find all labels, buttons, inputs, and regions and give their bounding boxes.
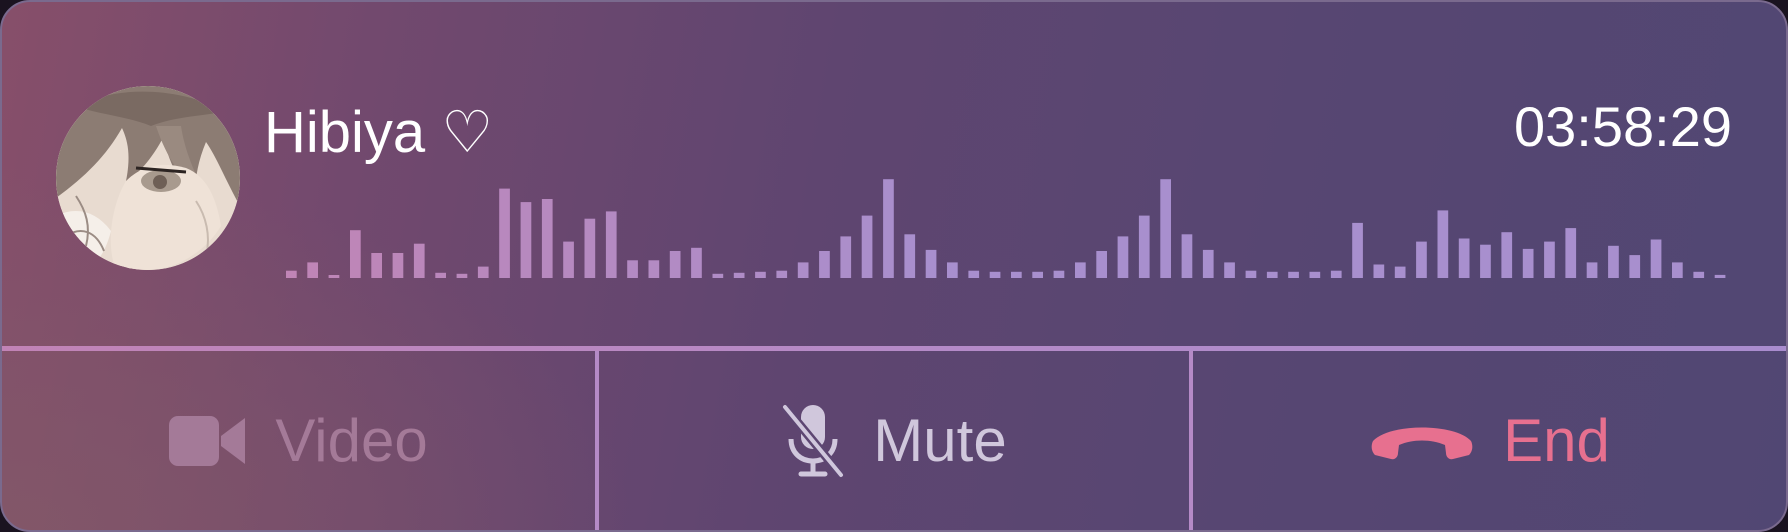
mute-button-label: Mute (873, 406, 1007, 474)
waveform-bar (861, 215, 873, 278)
waveform-bar (499, 188, 510, 278)
waveform-bar (1117, 236, 1129, 278)
waveform-bar (627, 260, 638, 278)
waveform-bar (797, 262, 809, 278)
waveform-bar (755, 271, 766, 278)
avatar (56, 86, 240, 270)
waveform-bar (648, 260, 660, 278)
waveform-bar (328, 275, 340, 278)
waveform-bar (1608, 245, 1619, 278)
waveform-bar (1032, 271, 1043, 278)
video-camera-icon (169, 414, 247, 468)
waveform-bar (1075, 262, 1086, 278)
waveform-bar (1138, 215, 1150, 278)
waveform-bar (1245, 270, 1257, 278)
waveform-bar (904, 234, 916, 278)
waveform-bar (712, 273, 724, 278)
audio-waveform (286, 179, 1726, 278)
waveform-bar (1309, 271, 1321, 278)
waveform-bar (840, 236, 852, 278)
waveform-bar (1011, 271, 1022, 278)
waveform-bar (1544, 241, 1555, 278)
waveform-bar (1565, 228, 1577, 278)
waveform-bar (413, 243, 425, 278)
waveform-bar (947, 262, 958, 278)
waveform-bar (776, 270, 788, 278)
waveform-bar (1330, 270, 1342, 278)
waveform-bar (669, 251, 681, 278)
waveform-bar (1650, 239, 1662, 278)
waveform-bar (989, 271, 1001, 278)
waveform-bar (819, 251, 830, 278)
waveform-bar (371, 253, 382, 278)
waveform-bar (541, 199, 553, 278)
waveform-bar (286, 270, 297, 278)
microphone-muted-icon (781, 403, 845, 479)
waveform-bar (883, 179, 894, 278)
waveform-bar (733, 272, 745, 278)
waveform-bar (1224, 262, 1235, 278)
waveform-bar (1416, 241, 1427, 278)
mute-button[interactable]: Mute (599, 351, 1189, 530)
waveform-bar (1586, 262, 1598, 278)
waveform-bar (1202, 249, 1214, 278)
video-button-label: Video (275, 406, 428, 474)
waveform-bar (1053, 270, 1065, 278)
waveform-bar (477, 266, 489, 278)
waveform-bar (691, 247, 702, 278)
waveform-bar (1288, 271, 1299, 278)
waveform-bar (605, 211, 617, 278)
waveform-bar (1266, 271, 1278, 278)
waveform-bar (1394, 266, 1406, 278)
call-duration: 03:58:29 (1514, 95, 1732, 158)
video-button[interactable]: Video (2, 351, 595, 530)
voice-call-panel: Hibiya ♡ 03:58:29 Video Mute End (0, 0, 1788, 532)
waveform-bar (925, 249, 937, 278)
waveform-bar (1501, 232, 1513, 278)
end-call-button-label: End (1503, 406, 1610, 474)
waveform-bar (1181, 234, 1193, 278)
waveform-bar (968, 270, 980, 278)
waveform-bar (1458, 238, 1470, 278)
waveform-bar (307, 262, 318, 278)
avatar-image (56, 86, 240, 270)
waveform-bar (1693, 271, 1705, 278)
hang-up-phone-icon (1369, 419, 1475, 463)
waveform-bar (520, 202, 532, 278)
waveform-bar (584, 218, 596, 278)
waveform-bar (350, 230, 361, 278)
waveform-bar (456, 273, 468, 278)
waveform-bar (1672, 262, 1683, 278)
waveform-bar (1522, 248, 1534, 278)
waveform-bar (1373, 264, 1385, 278)
waveform-bar (1629, 255, 1641, 278)
waveform-bar (392, 253, 404, 278)
waveform-bar (1714, 274, 1726, 278)
waveform-bar (563, 241, 574, 278)
waveform-bar (1352, 222, 1363, 278)
waveform-bar (1096, 251, 1107, 278)
waveform-bar (1480, 244, 1491, 278)
waveform-bar (1437, 210, 1449, 278)
caller-name: Hibiya ♡ (264, 100, 494, 165)
end-call-button[interactable]: End (1193, 351, 1786, 530)
waveform-bar (1160, 179, 1171, 278)
waveform-bar (435, 272, 446, 278)
